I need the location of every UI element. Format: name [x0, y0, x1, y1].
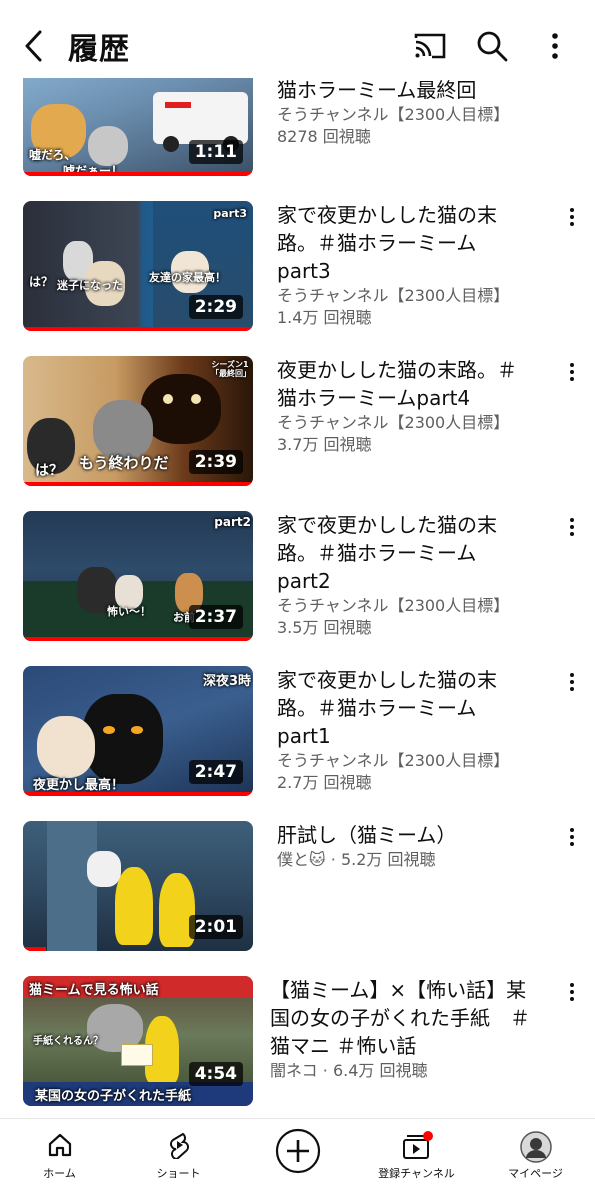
thumbnail-caption: もう終わりだ: [79, 454, 169, 472]
nav-shorts[interactable]: ショート: [119, 1119, 238, 1201]
watch-progress-bar: [23, 482, 253, 486]
nav-label: ショート: [156, 1167, 201, 1180]
video-menu-button[interactable]: [560, 515, 584, 543]
search-icon[interactable]: [474, 28, 510, 64]
video-item[interactable]: part3 は？ 迷子になった 友達の家最高！ 2:29 家で夜更かしした猫の末…: [0, 201, 595, 331]
video-title[interactable]: 夜更かしした猫の末路。＃猫ホラーミームpart4: [277, 356, 535, 412]
nav-create[interactable]: [238, 1119, 357, 1201]
page-title: 履歴: [68, 32, 130, 67]
more-vert-icon[interactable]: [537, 28, 573, 64]
bottom-navigation: ホーム ショート 登録チャンネル マイページ: [0, 1118, 595, 1201]
video-thumbnail[interactable]: シーズン1「最終回」 は？ もう終わりだ 2:39: [23, 356, 253, 486]
view-count: 3.7万 回視聴: [277, 435, 372, 454]
duration-badge: 1:11: [188, 140, 243, 164]
thumbnail-caption: 手紙くれるん？: [33, 1036, 103, 1047]
thumbnail-caption: 某国の女の子がくれた手紙: [35, 1089, 192, 1104]
view-count: 2.7万 回視聴: [277, 773, 372, 792]
thumbnail-caption: 友達の家最高！: [149, 271, 226, 284]
channel-name: そうチャンネル【2300人目標】: [277, 105, 510, 124]
watch-progress-bar: [23, 947, 46, 951]
view-count: 8278 回視聴: [277, 127, 371, 146]
video-item[interactable]: 深夜3時 夜更かし最高！ 2:47 家で夜更かしした猫の末路。＃猫ホラーミーム …: [0, 666, 595, 796]
video-menu-button[interactable]: [560, 825, 584, 853]
thumbnail-caption: part3: [213, 207, 247, 220]
thumbnail-caption: 深夜3時: [202, 674, 251, 689]
subscriptions-icon: [402, 1131, 433, 1159]
video-meta: 家で夜更かしした猫の末路。＃猫ホラーミーム part1 そうチャンネル【2300…: [277, 666, 535, 794]
thumbnail-caption: 怖い〜！: [107, 605, 151, 618]
thumbnail-caption: 迷子になった: [57, 279, 123, 292]
top-app-bar: 履歴: [0, 0, 595, 78]
avatar: [519, 1131, 552, 1163]
view-count: 3.5万 回視聴: [277, 618, 372, 637]
video-thumbnail[interactable]: 2:01: [23, 821, 253, 951]
video-thumbnail[interactable]: 猫ミームで見る怖い話 手紙くれるん？ 某国の女の子がくれた手紙 4:54: [23, 976, 253, 1106]
nav-subscriptions[interactable]: 登録チャンネル: [357, 1119, 476, 1201]
video-menu-button[interactable]: [560, 980, 584, 1008]
shorts-icon: [169, 1132, 189, 1159]
video-title[interactable]: 家で夜更かしした猫の末路。＃猫ホラーミーム part1: [277, 666, 535, 750]
duration-badge: 4:54: [188, 1062, 243, 1086]
video-meta: 夜更かしした猫の末路。＃猫ホラーミームpart4 そうチャンネル【2300人目標…: [277, 356, 535, 456]
channel-and-views: 闇ネコ · 6.4万 回視聴: [270, 1061, 428, 1080]
thumbnail-caption: 猫ミームで見る怖い話: [29, 983, 159, 998]
video-title[interactable]: 肝試し（猫ミーム）: [277, 821, 535, 849]
video-thumbnail[interactable]: 深夜3時 夜更かし最高！ 2:47: [23, 666, 253, 796]
video-thumbnail[interactable]: part2 怖い〜！ お前 2:37: [23, 511, 253, 641]
watch-progress-bar: [23, 637, 253, 641]
duration-badge: 2:39: [188, 450, 243, 474]
nav-my-page[interactable]: マイページ: [476, 1119, 595, 1201]
channel-and-views: 僕と🐱 · 5.2万 回視聴: [277, 850, 436, 869]
nav-label: 登録チャンネル: [378, 1167, 455, 1180]
nav-home[interactable]: ホーム: [0, 1119, 119, 1201]
cast-icon[interactable]: [412, 28, 448, 64]
video-meta: 【猫ミーム】×【怖い話】某国の女の子がくれた手紙 ＃猫マニ ＃怖い話 闇ネコ ·…: [270, 976, 545, 1082]
channel-name: そうチャンネル【2300人目標】: [277, 751, 510, 770]
video-item[interactable]: part2 怖い〜！ お前 2:37 家で夜更かしした猫の末路。＃猫ホラーミーム…: [0, 511, 595, 641]
thumbnail-caption: シーズン1「最終回」: [211, 360, 251, 378]
duration-badge: 2:47: [188, 760, 243, 784]
video-item[interactable]: シーズン1「最終回」 は？ もう終わりだ 2:39 夜更かしした猫の末路。＃猫ホ…: [0, 356, 595, 486]
watch-progress-bar: [23, 792, 253, 796]
thumbnail-caption: part2: [214, 515, 251, 529]
video-thumbnail[interactable]: part3 は？ 迷子になった 友達の家最高！ 2:29: [23, 201, 253, 331]
view-count: 1.4万 回視聴: [277, 308, 372, 327]
watch-progress-bar: [23, 327, 253, 331]
duration-badge: 2:37: [188, 605, 243, 629]
notification-dot: [422, 1131, 433, 1141]
channel-name: そうチャンネル【2300人目標】: [277, 413, 510, 432]
video-title[interactable]: 家で夜更かしした猫の末路。＃猫ホラーミーム part3: [277, 201, 535, 285]
video-item[interactable]: 2:01 肝試し（猫ミーム） 僕と🐱 · 5.2万 回視聴: [0, 821, 595, 951]
nav-label: マイページ: [508, 1167, 563, 1180]
create-plus-icon: [275, 1128, 320, 1174]
video-meta: 家で夜更かしした猫の末路。＃猫ホラーミーム part3 そうチャンネル【2300…: [277, 201, 535, 329]
video-title[interactable]: 【猫ミーム】×【怖い話】某国の女の子がくれた手紙 ＃猫マニ ＃怖い話: [270, 976, 545, 1060]
home-icon: [48, 1133, 71, 1157]
video-meta: 家で夜更かしした猫の末路。＃猫ホラーミーム part2 そうチャンネル【2300…: [277, 511, 535, 639]
back-arrow-icon[interactable]: [18, 26, 50, 66]
duration-badge: 2:01: [188, 915, 243, 939]
thumbnail-caption: は？: [29, 275, 54, 289]
duration-badge: 2:29: [188, 295, 243, 319]
video-menu-button[interactable]: [560, 670, 584, 698]
video-menu-button[interactable]: [560, 360, 584, 388]
thumbnail-caption: 夜更かし最高！: [33, 778, 125, 793]
video-item[interactable]: 猫ミームで見る怖い話 手紙くれるん？ 某国の女の子がくれた手紙 4:54 【猫ミ…: [0, 976, 595, 1106]
watch-progress-bar: [23, 172, 253, 176]
channel-name: そうチャンネル【2300人目標】: [277, 596, 510, 615]
video-meta: 肝試し（猫ミーム） 僕と🐱 · 5.2万 回視聴: [277, 821, 535, 871]
video-title[interactable]: 家で夜更かしした猫の末路。＃猫ホラーミーム part2: [277, 511, 535, 595]
nav-label: ホーム: [43, 1167, 76, 1180]
thumbnail-caption: は？: [35, 463, 63, 479]
thumbnail-caption: 嘘だろ、: [29, 148, 77, 162]
video-title[interactable]: 猫ホラーミーム最終回: [277, 76, 535, 104]
video-menu-button[interactable]: [560, 205, 584, 233]
channel-name: そうチャンネル【2300人目標】: [277, 286, 510, 305]
